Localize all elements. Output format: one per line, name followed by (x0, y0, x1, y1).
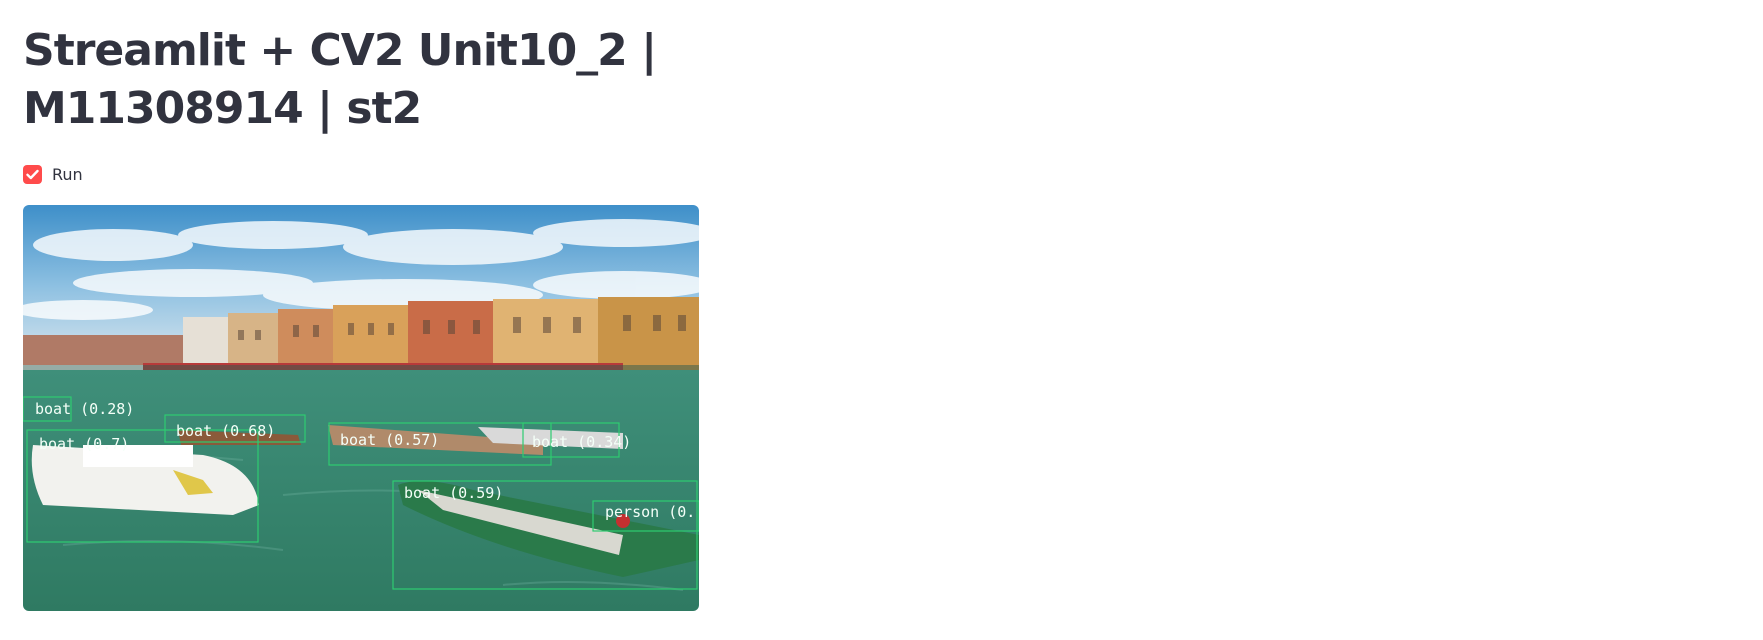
detection-label: boat (0.7) (39, 435, 129, 453)
detection-label: person (0. (605, 503, 695, 521)
run-checkbox-label: Run (52, 164, 83, 184)
checkbox-checked-icon[interactable] (23, 164, 42, 184)
detection-label: boat (0.57) (340, 431, 439, 449)
detection-label: boat (0.68) (176, 422, 275, 440)
video-frame-image: boat (0.28) boat (0.68) boat (0.7) boat … (23, 205, 699, 611)
detection-label: boat (0.34) (532, 433, 631, 451)
detection-label: boat (0.28) (35, 400, 134, 418)
video-frame: boat (0.28) boat (0.68) boat (0.7) boat … (23, 205, 699, 611)
detection-label: boat (0.59) (404, 484, 503, 502)
run-checkbox[interactable]: Run (23, 164, 83, 184)
page-title: Streamlit + CV2 Unit10_2 | M11308914 | s… (23, 25, 657, 134)
